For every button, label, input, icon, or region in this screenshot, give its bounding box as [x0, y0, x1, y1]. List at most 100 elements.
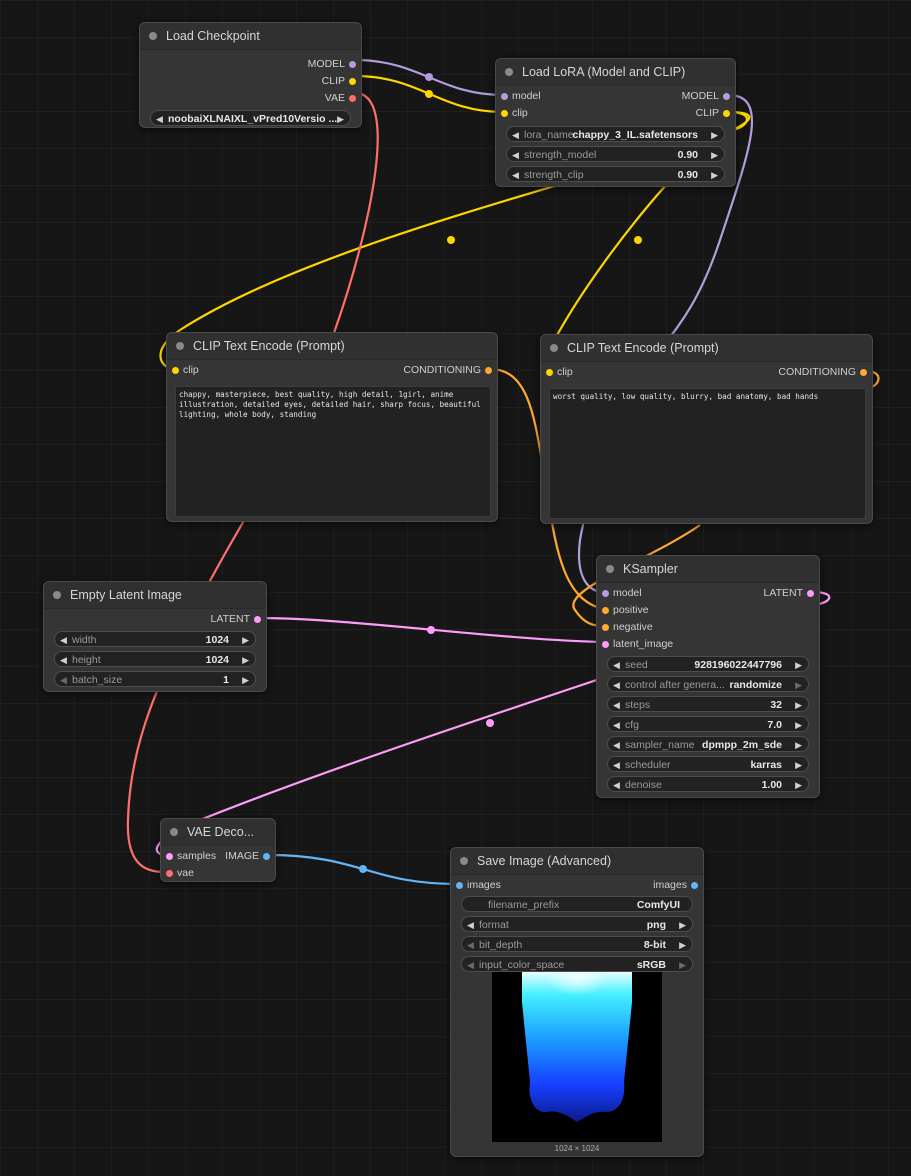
node-clip-text-encode-positive[interactable]: CLIP Text Encode (Prompt) clip CONDITION…	[166, 332, 498, 522]
slot-row-samples-image[interactable]: samples IMAGE	[161, 848, 275, 865]
slot-dot-icon[interactable]	[166, 853, 173, 860]
node-empty-latent-image[interactable]: Empty Latent Image LATENT ◀ width 1024 ▶…	[43, 581, 267, 692]
collapse-dot-icon[interactable]	[53, 591, 61, 599]
slot-dot-icon[interactable]	[602, 641, 609, 648]
slot-row-images[interactable]: images images	[451, 877, 703, 894]
slot-row-clip[interactable]: clip CLIP	[496, 105, 735, 122]
node-title-bar[interactable]: Empty Latent Image	[44, 582, 266, 609]
arrow-right-icon[interactable]: ▶	[679, 917, 686, 933]
node-ksampler[interactable]: KSampler model LATENT positive negative …	[596, 555, 820, 798]
arrow-left-icon[interactable]: ◀	[60, 672, 67, 688]
arrow-left-icon[interactable]: ◀	[60, 652, 67, 668]
widget-steps[interactable]: ◀ steps 32 ▶	[607, 696, 809, 712]
arrow-right-icon[interactable]: ▶	[711, 147, 718, 163]
wire-midpoint[interactable]	[427, 626, 435, 634]
node-save-image-advanced[interactable]: Save Image (Advanced) images images file…	[450, 847, 704, 1157]
input-slot-positive[interactable]: positive	[597, 602, 819, 619]
wire-midpoint[interactable]	[359, 865, 367, 873]
arrow-left-icon[interactable]: ◀	[60, 632, 67, 648]
collapse-dot-icon[interactable]	[550, 344, 558, 352]
prompt-textarea[interactable]: worst quality, low quality, blurry, bad …	[549, 388, 866, 519]
arrow-left-icon[interactable]: ◀	[467, 957, 474, 973]
widget-input-color-space[interactable]: ◀ input_color_space sRGB ▶	[461, 956, 693, 972]
widget-format[interactable]: ◀ format png ▶	[461, 916, 693, 932]
slot-dot-icon[interactable]	[263, 853, 270, 860]
widget-scheduler[interactable]: ◀ scheduler karras ▶	[607, 756, 809, 772]
output-slot-clip[interactable]: CLIP	[140, 73, 361, 90]
arrow-left-icon[interactable]: ◀	[467, 917, 474, 933]
node-load-lora[interactable]: Load LoRA (Model and CLIP) model MODEL c…	[495, 58, 736, 187]
arrow-right-icon[interactable]: ▶	[242, 672, 249, 688]
arrow-right-icon[interactable]: ▶	[711, 167, 718, 183]
arrow-right-icon[interactable]: ▶	[679, 957, 686, 973]
arrow-right-icon[interactable]: ▶	[242, 652, 249, 668]
widget-height[interactable]: ◀ height 1024 ▶	[54, 651, 256, 667]
arrow-right-icon[interactable]: ▶	[711, 127, 718, 143]
arrow-right-icon[interactable]: ▶	[795, 677, 802, 693]
collapse-dot-icon[interactable]	[149, 32, 157, 40]
arrow-right-icon[interactable]: ▶	[679, 937, 686, 953]
arrow-left-icon[interactable]: ◀	[613, 757, 620, 773]
widget-batch-size[interactable]: ◀ batch_size 1 ▶	[54, 671, 256, 687]
slot-dot-icon[interactable]	[349, 78, 356, 85]
slot-dot-icon[interactable]	[349, 61, 356, 68]
slot-dot-icon[interactable]	[602, 624, 609, 631]
image-preview[interactable]	[492, 972, 662, 1142]
arrow-right-icon[interactable]: ▶	[795, 737, 802, 753]
node-title-bar[interactable]: CLIP Text Encode (Prompt)	[167, 333, 497, 360]
node-load-checkpoint[interactable]: Load Checkpoint MODEL CLIP VAE ◀ noobaiX…	[139, 22, 362, 128]
slot-dot-icon[interactable]	[602, 590, 609, 597]
slot-row-model-latent[interactable]: model LATENT	[597, 585, 819, 602]
widget-seed[interactable]: ◀ seed 928196022447796 ▶	[607, 656, 809, 672]
slot-dot-icon[interactable]	[501, 110, 508, 117]
arrow-right-icon[interactable]: ▶	[795, 697, 802, 713]
slot-dot-icon[interactable]	[172, 367, 179, 374]
widget-denoise[interactable]: ◀ denoise 1.00 ▶	[607, 776, 809, 792]
slot-dot-icon[interactable]	[602, 607, 609, 614]
output-slot-model[interactable]: MODEL	[140, 56, 361, 73]
input-slot-vae[interactable]: vae	[161, 865, 275, 882]
arrow-right-icon[interactable]: ▶	[337, 111, 344, 127]
arrow-left-icon[interactable]: ◀	[613, 737, 620, 753]
arrow-left-icon[interactable]: ◀	[156, 111, 163, 127]
arrow-left-icon[interactable]: ◀	[512, 167, 519, 183]
arrow-right-icon[interactable]: ▶	[795, 657, 802, 673]
node-title-bar[interactable]: KSampler	[597, 556, 819, 583]
slot-dot-icon[interactable]	[691, 882, 698, 889]
slot-dot-icon[interactable]	[860, 369, 867, 376]
slot-dot-icon[interactable]	[485, 367, 492, 374]
slot-dot-icon[interactable]	[546, 369, 553, 376]
wire-midpoint[interactable]	[425, 90, 433, 98]
arrow-right-icon[interactable]: ▶	[795, 757, 802, 773]
slot-dot-icon[interactable]	[807, 590, 814, 597]
arrow-left-icon[interactable]: ◀	[512, 127, 519, 143]
node-title-bar[interactable]: Load Checkpoint	[140, 23, 361, 50]
slot-dot-icon[interactable]	[349, 95, 356, 102]
widget-cfg[interactable]: ◀ cfg 7.0 ▶	[607, 716, 809, 732]
arrow-left-icon[interactable]: ◀	[613, 777, 620, 793]
wire-midpoint[interactable]	[425, 73, 433, 81]
output-slot-vae[interactable]: VAE	[140, 90, 361, 107]
arrow-left-icon[interactable]: ◀	[467, 937, 474, 953]
slot-dot-icon[interactable]	[723, 93, 730, 100]
widget-bit-depth[interactable]: ◀ bit_depth 8-bit ▶	[461, 936, 693, 952]
collapse-dot-icon[interactable]	[505, 68, 513, 76]
widget-ckpt-name[interactable]: ◀ noobaiXLNAIXL_vPred10Versio ... ▶	[150, 110, 351, 126]
collapse-dot-icon[interactable]	[176, 342, 184, 350]
output-slot-latent[interactable]: LATENT	[44, 611, 266, 628]
arrow-right-icon[interactable]: ▶	[795, 777, 802, 793]
collapse-dot-icon[interactable]	[460, 857, 468, 865]
node-title-bar[interactable]: Save Image (Advanced)	[451, 848, 703, 875]
widget-filename-prefix[interactable]: filename_prefix ComfyUI	[461, 896, 693, 912]
widget-strength-model[interactable]: ◀ strength_model 0.90 ▶	[506, 146, 725, 162]
prompt-textarea[interactable]: chappy, masterpiece, best quality, high …	[175, 386, 491, 517]
input-slot-latent-image[interactable]: latent_image	[597, 636, 819, 653]
widget-width[interactable]: ◀ width 1024 ▶	[54, 631, 256, 647]
slot-dot-icon[interactable]	[456, 882, 463, 889]
slot-row-model[interactable]: model MODEL	[496, 88, 735, 105]
node-vae-decode[interactable]: VAE Deco... samples IMAGE vae	[160, 818, 276, 882]
node-clip-text-encode-negative[interactable]: CLIP Text Encode (Prompt) clip CONDITION…	[540, 334, 873, 524]
collapse-dot-icon[interactable]	[170, 828, 178, 836]
slot-row-clip-conditioning[interactable]: clip CONDITIONING	[167, 362, 497, 379]
arrow-left-icon[interactable]: ◀	[512, 147, 519, 163]
